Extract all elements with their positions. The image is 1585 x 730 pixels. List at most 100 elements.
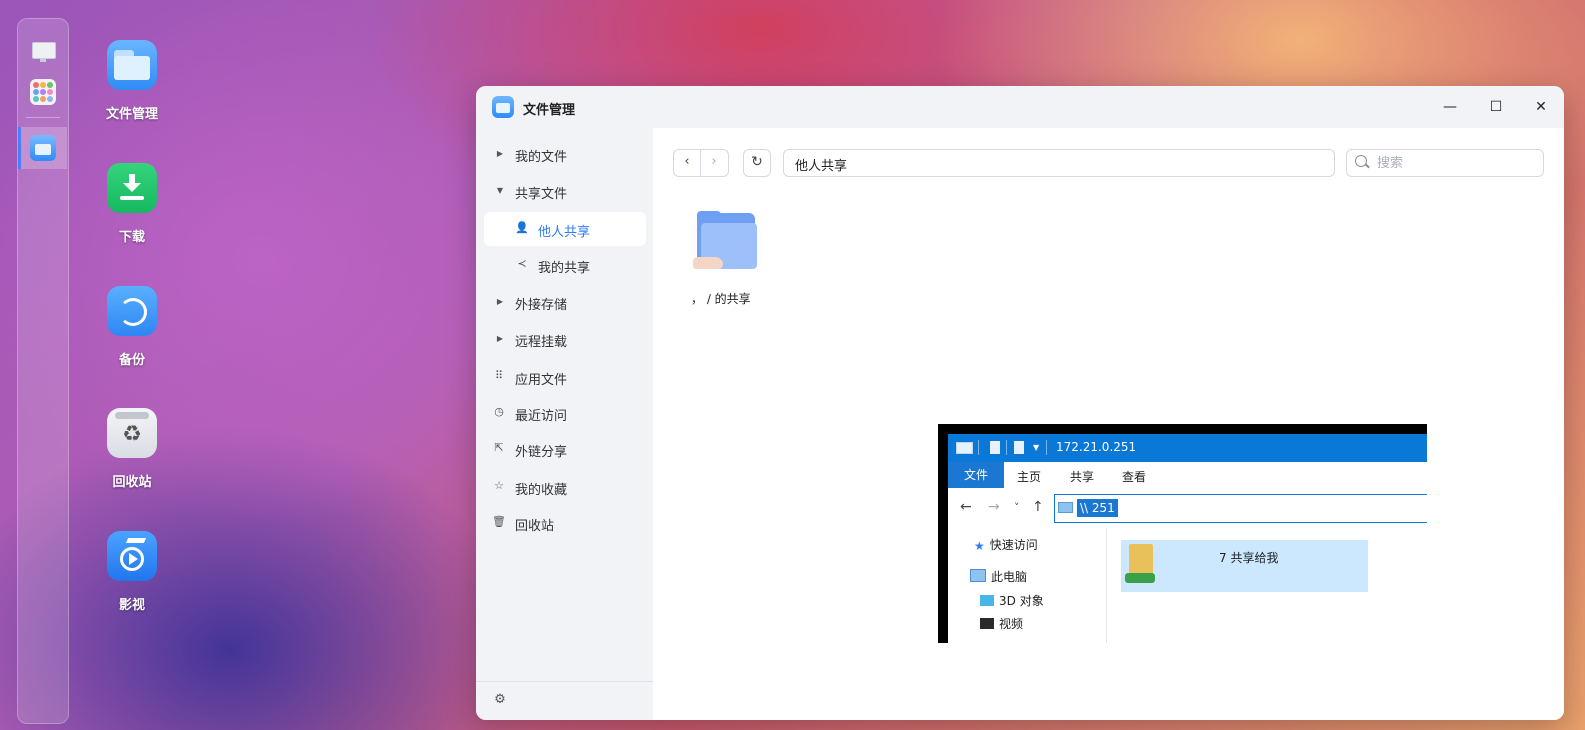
explorer-body: ★ 快速访问 此电脑 3D 对象 视频 7 共享给我 [948,528,1427,643]
search-input[interactable] [1375,153,1539,173]
share-icon: ≺ [517,257,527,270]
desktop-icon-file-manager[interactable]: 文件管理 [101,40,163,122]
sidebar-item-label: 外链分享 [515,445,568,460]
sidebar-item-my-files[interactable]: ▶ 我的文件 [484,137,646,171]
caret-right-icon: ▶ [496,297,504,306]
ribbon-tab-view: 查看 [1122,470,1147,484]
tree-item-3d-objects: 3D 对象 [980,592,1044,609]
file-manager-app-icon [492,96,514,118]
arrow-right-icon: → [988,499,1000,515]
sidebar-item-external-storage[interactable]: ▶ 外接存储 [484,285,646,319]
tree-item-this-pc: 此电脑 [970,568,1027,585]
tree-item-videos: 视频 [980,615,1023,632]
caret-right-icon: ▶ [496,149,504,158]
ribbon-tab-home: 主页 [1017,470,1042,484]
minimize-button[interactable]: — [1440,97,1460,117]
sidebar-item-label: 应用文件 [515,373,568,388]
desktop-icon-label: 文件管理 [105,107,158,122]
sidebar-item-external-share[interactable]: ⇱ 外链分享 [484,432,646,466]
monitor-icon[interactable] [30,39,56,65]
sidebar-item-label: 我的共享 [538,261,591,276]
explorer-shared-item: 7 共享给我 [1121,540,1368,592]
explorer-title-bar: ▼ 172.21.0.251 [948,434,1427,462]
backup-icon [107,286,157,336]
computer-icon [1058,502,1073,513]
trash-icon: 🗑 [492,515,506,528]
refresh-button[interactable]: ↻ [743,149,771,177]
desktop-icon-label: 回收站 [112,475,152,490]
sidebar: ▶ 我的文件 ▼ 共享文件 👤 他人共享 ≺ 我的共享 ▶ 外接存储 ▶ 远程挂… [476,128,653,720]
sidebar-item-trash[interactable]: 🗑 回收站 [484,506,646,540]
app-grid-icon[interactable] [30,79,56,105]
explorer-item-name: 7 共享给我 [1219,551,1279,565]
folder-icon [1129,544,1153,576]
computer-icon [956,442,973,454]
caret-right-icon: ▶ [496,334,504,343]
search-icon [1355,155,1367,167]
sidebar-item-label: 我的收藏 [515,483,568,498]
explorer-address-box: \\ 251 [1054,494,1427,523]
title-bar[interactable]: 文件管理 — ☐ ✕ [476,86,1564,128]
computer-icon [970,569,986,582]
explorer-title: 172.21.0.251 [1056,440,1137,454]
close-button[interactable]: ✕ [1531,97,1551,117]
properties-icon [990,441,1000,454]
dock [17,18,69,724]
sidebar-item-label: 我的文件 [515,150,568,165]
sidebar-item-shared-with-me[interactable]: 👤 他人共享 [484,212,646,246]
video-icon [107,531,157,581]
desktop-icon-video[interactable]: 影视 [101,531,163,613]
desktop-icon-label: 备份 [118,353,145,368]
caret-down-icon: ▼ [496,186,504,195]
window-title: 文件管理 [523,103,576,118]
arrow-up-icon: ↑ [1032,499,1044,515]
explorer-address-text: \\ 251 [1077,499,1118,517]
network-icon [1125,573,1155,583]
desktop-icon-download[interactable]: 下载 [101,163,163,245]
cube-icon [980,595,994,606]
desktop-icon-backup[interactable]: 备份 [101,286,163,368]
file-manager-window: 文件管理 — ☐ ✕ ▶ 我的文件 ▼ 共享文件 👤 他人共享 ≺ 我的共享 ▶… [476,86,1564,720]
sidebar-divider [476,681,653,682]
folder-name: ， ∕ 的共享 [691,292,751,306]
sidebar-item-app-files[interactable]: ⠿ 应用文件 [484,360,646,394]
history-buttons: ‹ › [673,149,729,177]
sidebar-item-remote-mount[interactable]: ▶ 远程挂载 [484,322,646,356]
search-box [1346,149,1544,177]
sidebar-item-label: 最近访问 [515,409,568,424]
star-icon: ★ [974,539,985,553]
desktop-icon-recycle-bin[interactable]: ♻ 回收站 [101,408,163,490]
desktop-icon-label: 影视 [118,598,145,613]
recycle-bin-icon: ♻ [107,408,157,458]
clock-icon: ◷ [494,405,504,418]
path-bar[interactable]: 他人共享 [783,149,1335,177]
sidebar-item-my-shares[interactable]: ≺ 我的共享 [484,248,646,282]
sidebar-item-label: 回收站 [515,519,555,534]
maximize-button[interactable]: ☐ [1486,97,1506,117]
sidebar-item-shared-files[interactable]: ▼ 共享文件 [484,174,646,208]
explorer-nav-tree: ★ 快速访问 此电脑 3D 对象 视频 [948,528,1107,643]
forward-button[interactable]: › [701,154,727,169]
ribbon-tab-file: 文件 [948,462,1004,488]
sidebar-item-label: 他人共享 [538,225,591,240]
explorer-address-row: ← → ˅ ↑ \\ 251 [948,488,1427,528]
arrow-left-icon: ← [960,499,972,515]
back-button[interactable]: ‹ [674,154,700,169]
main-content: ‹ › ↻ 他人共享 ， ∕ 的共享 [653,128,1564,720]
sidebar-item-label: 远程挂载 [515,335,568,350]
customize-dropdown-icon: ▼ [1033,443,1040,452]
desktop-icon-label: 下载 [118,230,145,245]
new-folder-icon [1014,441,1024,454]
download-icon [107,163,157,213]
chevron-down-icon: ˅ [1014,501,1020,514]
sidebar-item-recent[interactable]: ◷ 最近访问 [484,396,646,430]
users-icon: 👤 [515,221,529,234]
gear-icon[interactable]: ⚙ [492,692,508,708]
shared-folder-item[interactable]: ， ∕ 的共享 [691,211,781,311]
explorer-screenshot: ▼ 172.21.0.251 文件 主页 共享 查看 ← → ˅ ↑ \\ 25… [938,424,1427,643]
folder-icon [107,40,157,90]
sidebar-item-favorites[interactable]: ☆ 我的收藏 [484,470,646,504]
file-manager-icon[interactable] [30,135,56,161]
path-text: 他人共享 [795,159,848,174]
tree-item-quick-access: ★ 快速访问 [974,538,1038,553]
